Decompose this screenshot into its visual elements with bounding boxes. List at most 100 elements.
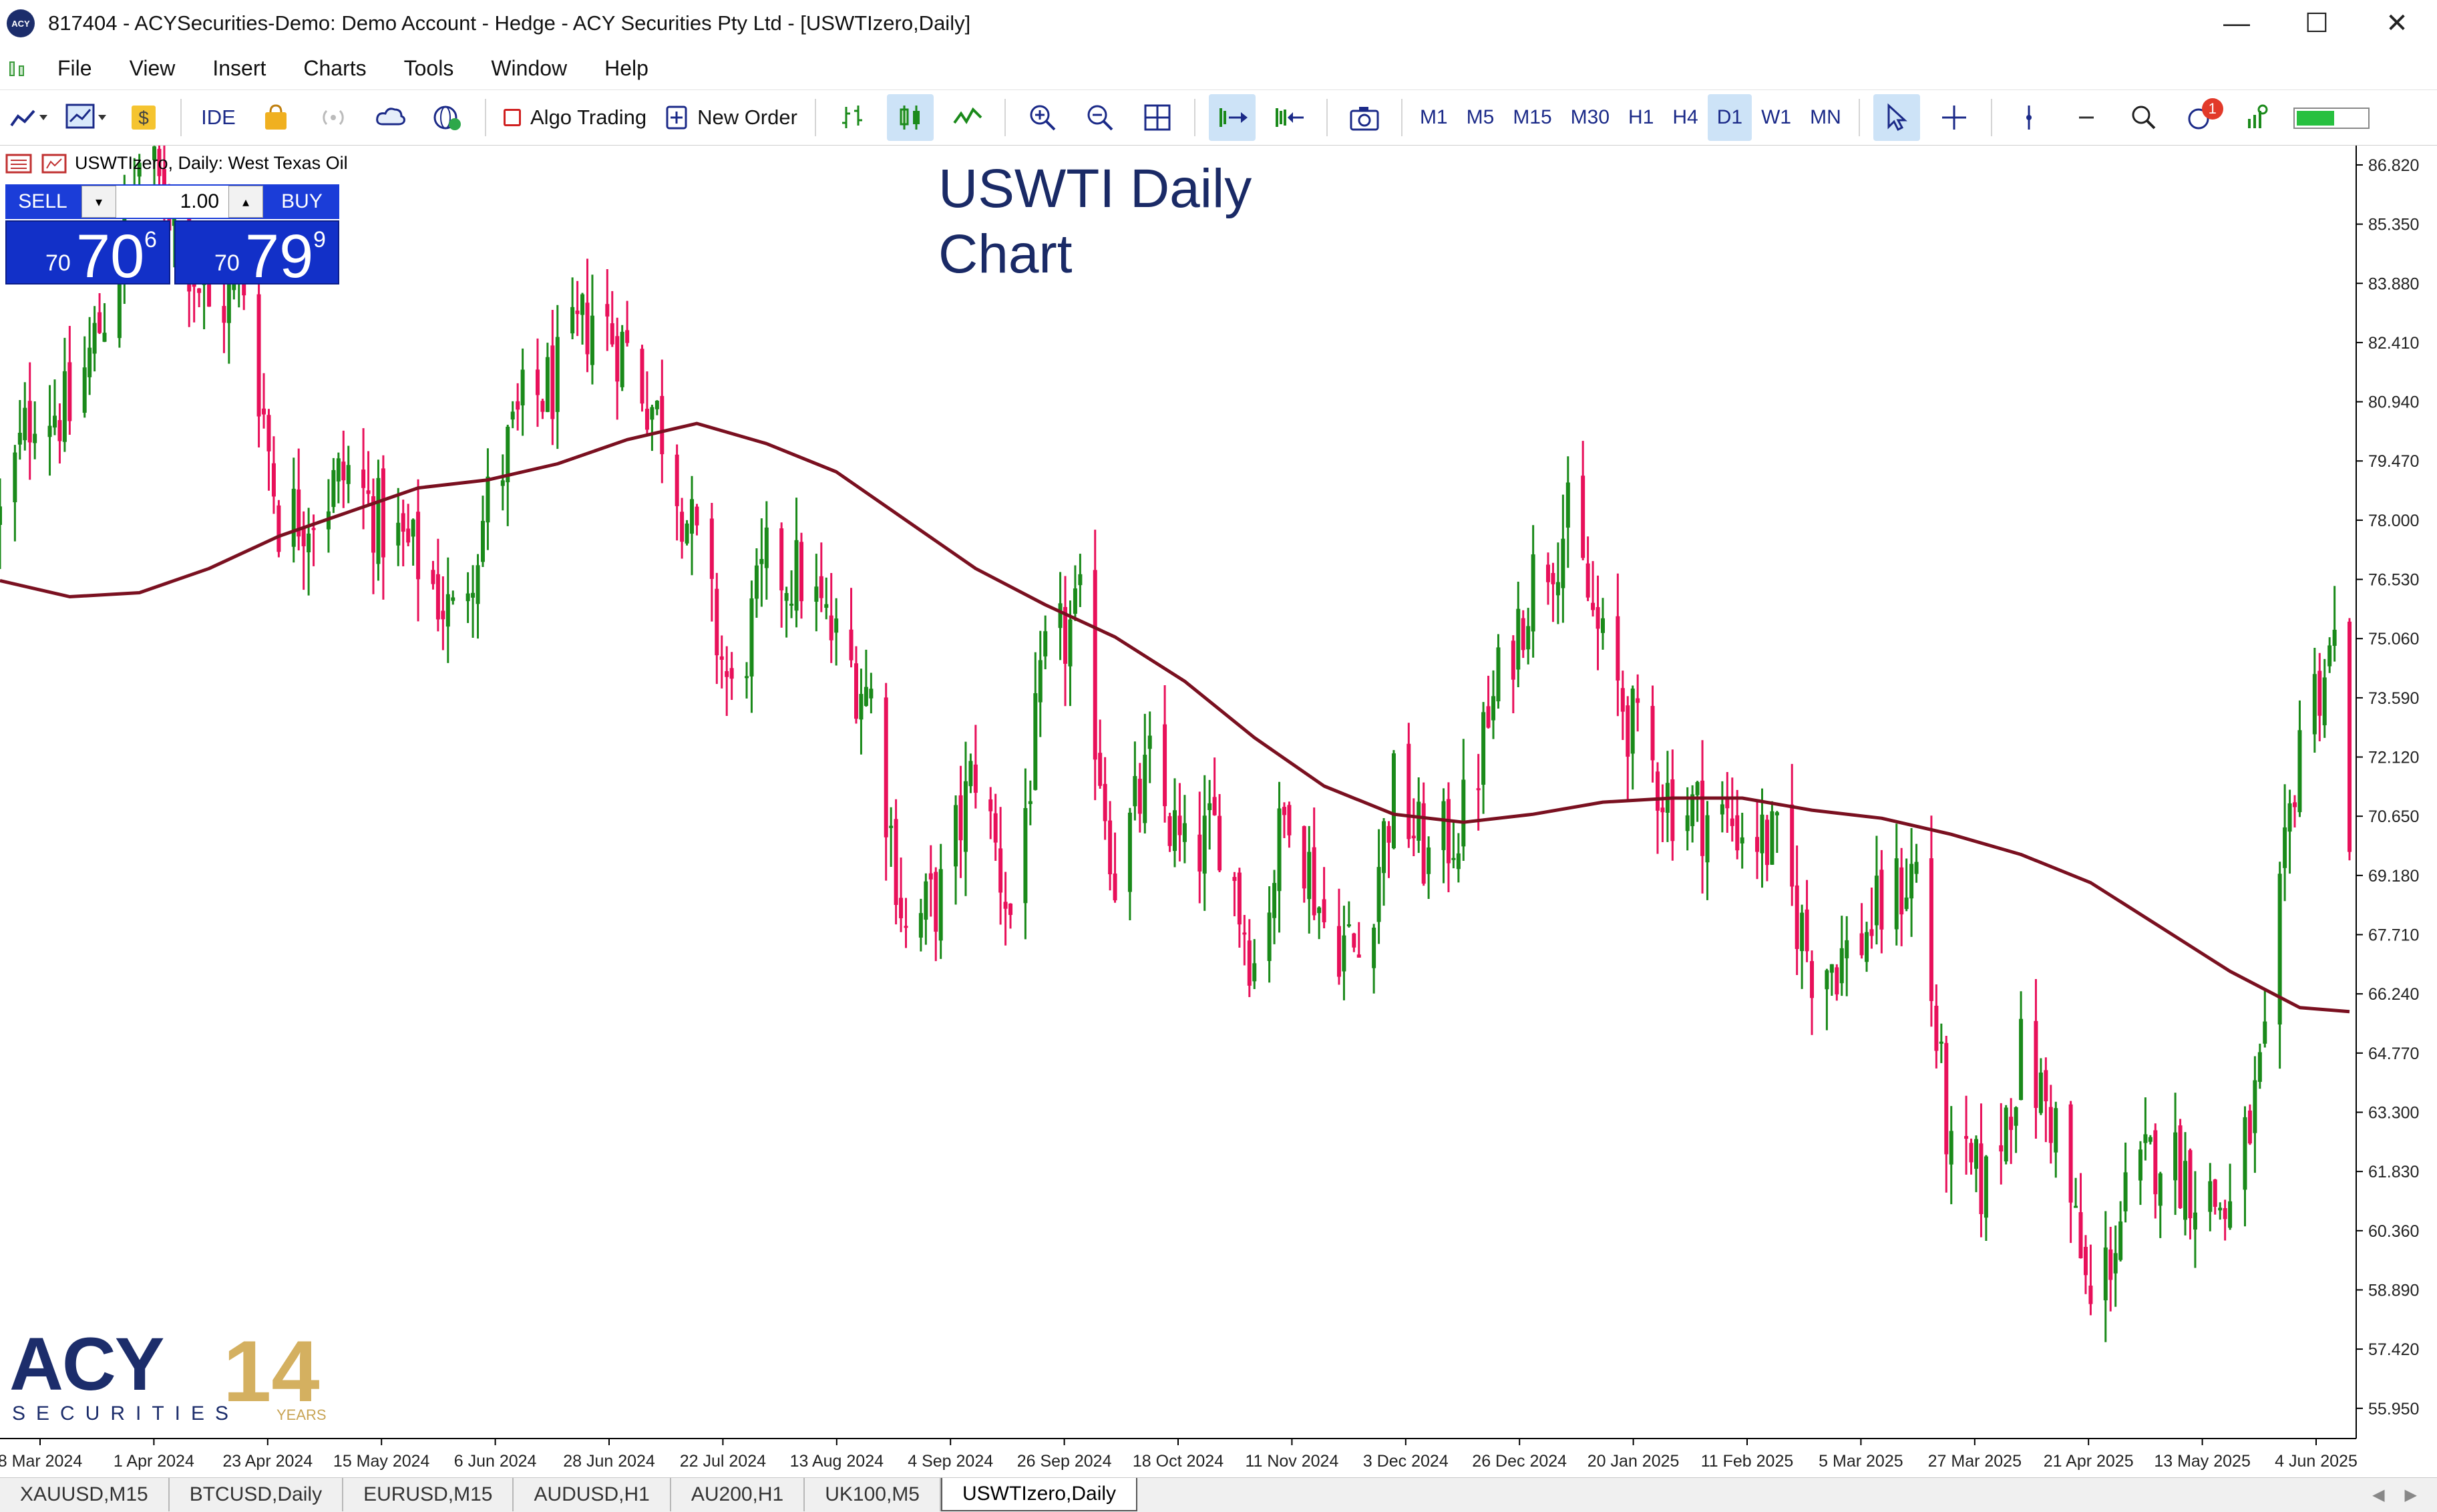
timeframe-d1[interactable]: D1 — [1707, 94, 1752, 141]
chart-menu-icon[interactable] — [8, 58, 28, 78]
lot-size-value[interactable]: 1.00 — [116, 190, 228, 213]
tab-uswtizero-daily[interactable]: USWTIzero,Daily — [941, 1478, 1138, 1511]
tab-scroll-left-icon[interactable]: ◀ — [2372, 1485, 2384, 1505]
timeframe-h4[interactable]: H4 — [1663, 94, 1707, 141]
bear-candle — [1755, 837, 1760, 852]
menu-view[interactable]: View — [111, 56, 194, 81]
new-order-button[interactable]: New Order — [661, 94, 801, 141]
line-chart-dropdown-icon[interactable] — [5, 94, 52, 141]
bull-candle — [1272, 883, 1277, 918]
bull-candle — [2332, 629, 2337, 646]
candlestick-chart-icon[interactable] — [886, 94, 934, 141]
bear-candle — [1795, 885, 1799, 949]
menu-charts[interactable]: Charts — [285, 56, 385, 81]
menu-window[interactable]: Window — [472, 56, 586, 81]
signal-strength-icon[interactable] — [2235, 94, 2282, 141]
tab-btcusd-daily[interactable]: BTCUSD,Daily — [170, 1478, 344, 1511]
bear-candle — [2078, 1212, 2083, 1259]
crosshair-icon[interactable] — [1931, 94, 1978, 141]
tab-au200-h1[interactable]: AU200,H1 — [671, 1478, 805, 1511]
bear-candle — [1999, 1145, 2004, 1152]
vps-cloud-icon[interactable] — [367, 94, 414, 141]
zoom-out-icon[interactable] — [1077, 94, 1123, 141]
chart-shift-icon[interactable] — [1266, 94, 1313, 141]
bear-candle — [1356, 954, 1361, 958]
sell-button[interactable]: SELL — [5, 184, 80, 219]
ide-button[interactable]: IDE — [195, 94, 242, 141]
bull-candle — [1441, 801, 1446, 850]
tab-eurusd-m15[interactable]: EURUSD,M15 — [343, 1478, 514, 1511]
price-tick-label: 85.350 — [2368, 216, 2419, 234]
bull-candle — [471, 592, 476, 598]
tab-xauusd-m15[interactable]: XAUUSD,M15 — [0, 1478, 170, 1511]
tab-audusd-h1[interactable]: AUDUSD,H1 — [514, 1478, 671, 1511]
bull-candle — [331, 469, 336, 508]
menu-insert[interactable]: Insert — [194, 56, 285, 81]
bear-candle — [2293, 802, 2297, 807]
auto-scroll-icon[interactable] — [1208, 94, 1256, 141]
time-tick-label: 26 Dec 2024 — [1472, 1452, 1567, 1471]
web-globe-icon[interactable] — [425, 94, 472, 141]
bull-candle — [2228, 1201, 2233, 1228]
lot-increase-icon[interactable]: ▴ — [228, 186, 263, 218]
timeframe-m15[interactable]: M15 — [1503, 94, 1561, 141]
menu-file[interactable]: File — [39, 56, 111, 81]
chart-properties-icon[interactable] — [5, 152, 35, 174]
timeframe-m5[interactable]: M5 — [1457, 94, 1504, 141]
market-bag-icon[interactable] — [252, 94, 299, 141]
bear-candle — [2188, 1150, 2193, 1219]
lot-size-input[interactable]: ▾ 1.00 ▴ — [80, 184, 264, 219]
bear-candle — [1626, 705, 1630, 757]
bear-candle — [98, 312, 102, 333]
search-icon[interactable] — [2120, 94, 2167, 141]
timeframe-m30[interactable]: M30 — [1561, 94, 1619, 141]
sell-price-box[interactable]: 70 70 6 — [5, 220, 170, 287]
menu-help[interactable]: Help — [586, 56, 667, 81]
buy-price-box[interactable]: 70 79 9 — [174, 220, 339, 287]
menu-tools[interactable]: Tools — [385, 56, 473, 81]
bull-candle — [510, 411, 515, 420]
chart-symbol-text: USWTIzero, Daily: West Texas Oil — [75, 152, 348, 173]
tab-scroll-right-icon[interactable]: ▶ — [2405, 1485, 2417, 1505]
minimize-button[interactable]: — — [2197, 0, 2277, 47]
buy-button[interactable]: BUY — [264, 184, 339, 219]
anniversary-number: 14 — [223, 1322, 320, 1420]
chart-window-icon[interactable] — [41, 152, 68, 174]
close-button[interactable]: ✕ — [2357, 0, 2437, 47]
lot-decrease-icon[interactable]: ▾ — [81, 186, 116, 218]
bear-candle — [973, 764, 978, 793]
bull-candle — [1526, 626, 1531, 650]
bear-candle — [2044, 1070, 2048, 1102]
bear-candle — [311, 528, 316, 530]
horizontal-line-icon[interactable] — [2063, 94, 2110, 141]
timeframe-h1[interactable]: H1 — [1619, 94, 1663, 141]
timeframe-mn[interactable]: MN — [1801, 94, 1851, 141]
screenshot-camera-icon[interactable] — [1341, 94, 1388, 141]
bear-candle — [1764, 819, 1769, 866]
indicators-dropdown-icon[interactable] — [63, 94, 110, 141]
bull-candle — [690, 499, 695, 534]
market-dollar-icon[interactable]: $ — [120, 94, 167, 141]
algo-trading-button[interactable]: Algo Trading — [500, 94, 650, 141]
notifications-icon[interactable]: 1 — [2178, 94, 2225, 141]
tab-uk100-m5[interactable]: UK100,M5 — [805, 1478, 941, 1511]
maximize-button[interactable]: ☐ — [2277, 0, 2357, 47]
timeframe-w1[interactable]: W1 — [1752, 94, 1801, 141]
timeframe-m1[interactable]: M1 — [1411, 94, 1457, 141]
signals-icon[interactable] — [310, 94, 357, 141]
chart-title-line-2: Chart — [938, 224, 1073, 285]
cursor-arrow-icon[interactable] — [1873, 94, 1920, 141]
connection-status-icon[interactable] — [2293, 94, 2373, 141]
bull-candle — [2038, 1072, 2043, 1113]
bear-candle — [222, 306, 226, 323]
tile-windows-icon[interactable] — [1134, 94, 1181, 141]
price-chart[interactable]: 86.820 85.350 83.880 82.410 80.940 79.470 78.0… — [0, 146, 2437, 1477]
vertical-line-icon[interactable] — [2006, 94, 2052, 141]
bar-chart-icon[interactable] — [829, 94, 876, 141]
zoom-in-icon[interactable] — [1019, 94, 1066, 141]
line-chart-icon[interactable] — [944, 94, 991, 141]
chart-window[interactable]: 86.820 85.350 83.880 82.410 80.940 79.470 78.0… — [0, 146, 2437, 1477]
bear-candle — [1979, 1143, 1984, 1214]
bear-candle — [57, 420, 62, 441]
bull-candle — [2103, 1247, 2108, 1301]
